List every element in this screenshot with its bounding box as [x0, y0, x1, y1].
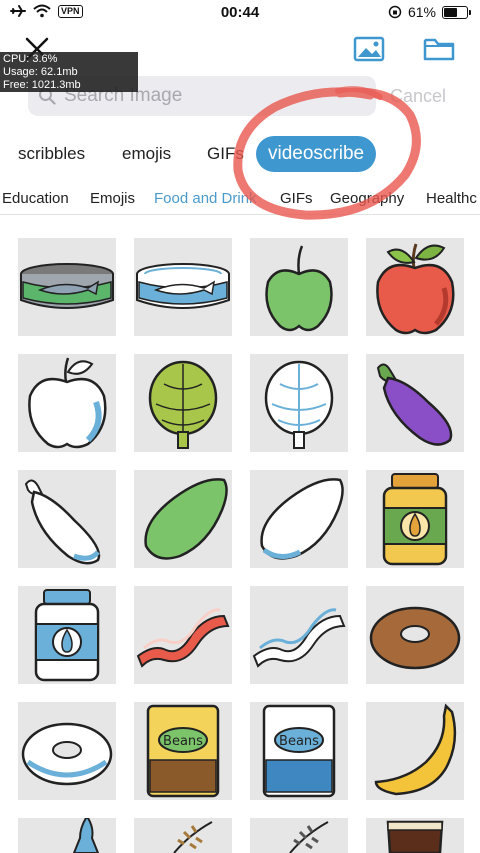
image-tile[interactable] [18, 238, 116, 336]
beans-can-color-icon: Beans [146, 704, 220, 798]
orientation-lock-icon [388, 5, 402, 19]
pear-jar-blue-icon [34, 589, 100, 682]
image-tile[interactable] [366, 586, 464, 684]
image-tile[interactable] [250, 470, 348, 568]
image-tile[interactable] [250, 354, 348, 452]
eggplant-purple-icon [376, 363, 453, 446]
artichoke-green-icon [148, 360, 218, 449]
source-tab-gifs[interactable]: GIFs [207, 136, 244, 172]
category-tabs: Education Emojis Food and Drink GIFs Geo… [0, 186, 480, 214]
image-tile[interactable] [18, 818, 116, 853]
beans-can-blue-icon: Beans [262, 704, 336, 798]
image-icon [353, 36, 385, 62]
sardine-can-color-icon [20, 263, 114, 309]
source-tab-videoscribe[interactable]: videoscribe [256, 136, 377, 172]
cancel-button[interactable]: Cancel [390, 86, 446, 107]
red-apple-icon [376, 243, 455, 335]
bagel-outline-icon [21, 722, 113, 786]
image-tile[interactable] [134, 470, 232, 568]
photo-library-button[interactable] [352, 34, 386, 64]
bacon-color-icon [136, 608, 230, 668]
image-tile[interactable]: Beans [250, 702, 348, 800]
bacon-outline-icon [252, 608, 346, 668]
artichoke-outline-icon [264, 360, 334, 449]
image-tile[interactable] [250, 238, 348, 336]
image-tile[interactable] [250, 818, 348, 853]
category-education[interactable]: Education [2, 190, 69, 207]
category-divider [0, 214, 480, 215]
image-tile[interactable] [366, 238, 464, 336]
category-healthcare[interactable]: Healthc [426, 190, 477, 207]
image-tile[interactable] [134, 818, 232, 853]
beer-glass-icon [386, 820, 444, 853]
category-geography[interactable]: Geography [330, 190, 404, 207]
avocado-outline-icon [260, 478, 344, 560]
status-right: 61% [388, 4, 471, 20]
source-tab-emojis[interactable]: emojis [122, 136, 171, 172]
debug-free: Free: 1021.3mb [3, 79, 81, 91]
wheat-outline-icon [289, 821, 329, 853]
status-bar: VPN 00:44 61% [0, 0, 480, 26]
image-tile[interactable] [366, 470, 464, 568]
category-food-and-drink[interactable]: Food and Drink [154, 190, 257, 207]
image-tile[interactable] [18, 702, 116, 800]
image-tile[interactable] [134, 354, 232, 452]
image-tile[interactable] [18, 470, 116, 568]
battery-percent: 61% [407, 4, 436, 20]
image-tile[interactable] [250, 586, 348, 684]
image-tile[interactable] [366, 818, 464, 853]
battery-icon [442, 5, 471, 19]
image-tile[interactable]: Beans [134, 702, 232, 800]
source-tabs: scribbles emojis GIFs videoscribe [0, 136, 480, 174]
folder-icon [423, 38, 455, 61]
image-tile[interactable] [366, 354, 464, 452]
files-button[interactable] [422, 34, 456, 64]
green-apple-icon [265, 245, 333, 332]
eggplant-outline-icon [24, 479, 101, 565]
image-tile[interactable] [134, 238, 232, 336]
category-emojis[interactable]: Emojis [90, 190, 135, 207]
debug-cpu: CPU: 3.6% [3, 53, 58, 65]
bottle-partial-icon [72, 818, 100, 853]
category-gifs[interactable]: GIFs [280, 190, 313, 207]
debug-overlay: CPU: 3.6% Usage: 62.1mb Free: 1021.3mb [0, 52, 138, 92]
beans-label: Beans [163, 734, 203, 749]
image-tile[interactable] [134, 586, 232, 684]
debug-usage: Usage: 62.1mb [3, 66, 78, 78]
wheat-color-icon [173, 821, 213, 853]
avocado-green-icon [144, 478, 228, 560]
banana-icon [374, 703, 457, 796]
battery-fill [444, 7, 457, 17]
pear-jar-color-icon [382, 473, 448, 566]
apple-outline-icon [28, 357, 107, 449]
bagel-color-icon [369, 606, 461, 670]
image-tile[interactable] [366, 702, 464, 800]
beans-label: Beans [279, 734, 319, 749]
image-tile[interactable] [18, 354, 116, 452]
image-tile[interactable] [18, 586, 116, 684]
sardine-can-blue-icon [136, 263, 230, 309]
source-tab-scribbles[interactable]: scribbles [18, 136, 85, 172]
